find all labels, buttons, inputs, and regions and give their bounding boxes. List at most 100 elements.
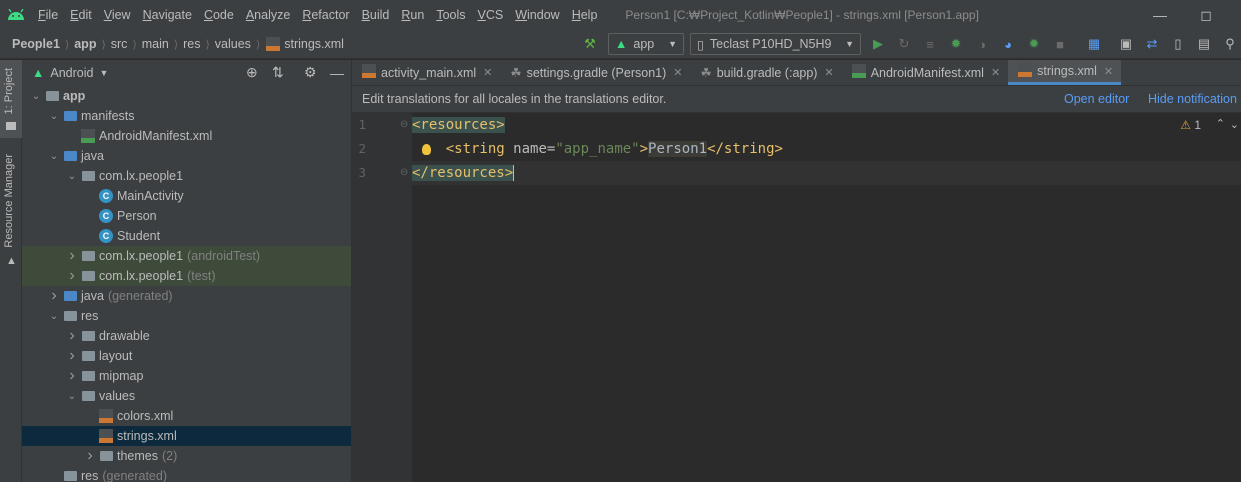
- search-icon[interactable]: ⚲: [1222, 36, 1238, 52]
- device-icon: ▯: [697, 37, 704, 52]
- tree-item[interactable]: colors.xml: [22, 406, 351, 426]
- chevron-down-icon[interactable]: ⌄: [46, 151, 62, 162]
- breadcrumb-item[interactable]: main: [142, 37, 169, 51]
- rerun-icon[interactable]: ↻: [896, 36, 912, 52]
- menu-tools[interactable]: Tools: [430, 8, 471, 22]
- minimize-button[interactable]: —: [1137, 0, 1183, 30]
- layout-inspector-icon[interactable]: ▣: [1118, 36, 1134, 52]
- tree-item[interactable]: › java (generated): [22, 286, 351, 306]
- project-tool-tab[interactable]: 1: Project: [3, 68, 15, 114]
- chevron-right-icon[interactable]: ›: [64, 367, 80, 385]
- tree-item[interactable]: › layout: [22, 346, 351, 366]
- tree-item[interactable]: ⌄ java: [22, 146, 351, 166]
- tree-item[interactable]: › drawable: [22, 326, 351, 346]
- menu-run[interactable]: Run: [395, 8, 430, 22]
- hammer-build-icon[interactable]: ⚒: [582, 36, 598, 52]
- tree-item[interactable]: C MainActivity: [22, 186, 351, 206]
- chevron-right-icon[interactable]: ›: [64, 267, 80, 285]
- editor-tab[interactable]: ☘ settings.gradle (Person1) ✕: [500, 60, 690, 85]
- tree-item[interactable]: ⌄ res: [22, 306, 351, 326]
- chevron-down-icon[interactable]: ⌄: [64, 391, 80, 402]
- coverage-icon[interactable]: ◑: [974, 36, 990, 52]
- hide-notification-link[interactable]: Hide notification: [1148, 92, 1237, 106]
- chevron-right-icon[interactable]: ›: [64, 247, 80, 265]
- menu-window[interactable]: Window: [509, 8, 565, 22]
- tree-item[interactable]: › mipmap: [22, 366, 351, 386]
- chevron-down-icon[interactable]: ⌄: [1230, 118, 1239, 131]
- sdk-manager-icon[interactable]: ▤: [1196, 36, 1212, 52]
- locate-icon[interactable]: ⊕: [246, 64, 258, 81]
- menu-build[interactable]: Build: [356, 8, 396, 22]
- editor-tab[interactable]: strings.xml ✕: [1008, 60, 1122, 85]
- menu-code[interactable]: Code: [198, 8, 240, 22]
- tree-item[interactable]: › com.lx.people1 (test): [22, 266, 351, 286]
- tree-item[interactable]: res (generated): [22, 466, 351, 482]
- tree-item[interactable]: strings.xml: [22, 426, 351, 446]
- editor-tab[interactable]: AndroidManifest.xml ✕: [842, 60, 1008, 85]
- close-icon[interactable]: ✕: [483, 66, 492, 79]
- menu-navigate[interactable]: Navigate: [137, 8, 198, 22]
- attach-debugger-icon[interactable]: ✹: [1026, 36, 1042, 52]
- chevron-down-icon[interactable]: ⌄: [64, 171, 80, 182]
- tree-item[interactable]: ⌄ values: [22, 386, 351, 406]
- fold-icon[interactable]: ⊖: [400, 119, 408, 130]
- menu-analyze[interactable]: Analyze: [240, 8, 296, 22]
- sync-gradle-icon[interactable]: ⇄: [1144, 36, 1160, 52]
- breadcrumb-item[interactable]: strings.xml: [284, 37, 344, 51]
- close-icon[interactable]: ✕: [991, 66, 1000, 79]
- device-select[interactable]: ▯ Teclast P10HD_N5H9 ▼: [690, 33, 861, 55]
- avd-manager-icon[interactable]: ▯: [1170, 36, 1186, 52]
- tree-item-label: res: [81, 309, 99, 323]
- tree-item[interactable]: › themes (2): [22, 446, 351, 466]
- apply-changes-icon[interactable]: ≡: [922, 36, 938, 52]
- breadcrumb-item[interactable]: res: [183, 37, 200, 51]
- editor-tab[interactable]: activity_main.xml ✕: [352, 60, 500, 85]
- project-view-select[interactable]: Android: [50, 66, 93, 80]
- run-icon[interactable]: ▶: [870, 36, 886, 52]
- code-editor[interactable]: <resources> <string name="app_name">Pers…: [412, 113, 1241, 482]
- close-icon[interactable]: ✕: [824, 66, 833, 79]
- tree-item[interactable]: C Student: [22, 226, 351, 246]
- menu-file[interactable]: File: [32, 8, 64, 22]
- close-icon[interactable]: ✕: [673, 66, 682, 79]
- tree-item[interactable]: AndroidManifest.xml: [22, 126, 351, 146]
- menu-help[interactable]: Help: [566, 8, 604, 22]
- collapse-all-icon[interactable]: ⇅: [272, 64, 284, 81]
- resource-manager-tab[interactable]: Resource Manager: [3, 154, 15, 248]
- stop-icon[interactable]: ■: [1052, 36, 1068, 52]
- run-config-select[interactable]: ▲ app ▼: [608, 33, 684, 55]
- chevron-down-icon[interactable]: ▼: [99, 68, 108, 78]
- tree-item[interactable]: C Person: [22, 206, 351, 226]
- menu-view[interactable]: View: [98, 8, 137, 22]
- close-icon[interactable]: ✕: [1104, 65, 1113, 78]
- chevron-down-icon[interactable]: ⌄: [28, 91, 44, 102]
- open-editor-link[interactable]: Open editor: [1064, 92, 1129, 106]
- breadcrumb-item[interactable]: People1: [12, 37, 60, 51]
- profile-icon[interactable]: ◕: [1000, 36, 1016, 52]
- chevron-down-icon[interactable]: ⌄: [46, 111, 62, 122]
- tree-item[interactable]: › com.lx.people1 (androidTest): [22, 246, 351, 266]
- tree-item[interactable]: ⌄ manifests: [22, 106, 351, 126]
- fold-icon[interactable]: ⊖: [400, 167, 408, 178]
- tree-item[interactable]: ⌄ com.lx.people1: [22, 166, 351, 186]
- hide-panel-icon[interactable]: —: [330, 65, 344, 81]
- breadcrumb-item[interactable]: app: [74, 37, 96, 51]
- maximize-button[interactable]: ◻: [1183, 0, 1229, 30]
- chevron-up-icon[interactable]: ⌃: [1216, 117, 1225, 130]
- menu-refactor[interactable]: Refactor: [296, 8, 355, 22]
- chevron-right-icon[interactable]: ›: [46, 287, 62, 305]
- tree-item[interactable]: ⌄ app: [22, 86, 351, 106]
- chevron-right-icon[interactable]: ›: [64, 347, 80, 365]
- menu-vcs[interactable]: VCS: [472, 8, 510, 22]
- menu-edit[interactable]: Edit: [64, 8, 98, 22]
- breadcrumb-item[interactable]: src: [111, 37, 128, 51]
- warnings-indicator[interactable]: ⚠ 1: [1180, 118, 1201, 132]
- gear-icon[interactable]: ⚙: [304, 64, 317, 81]
- chevron-right-icon[interactable]: ›: [82, 447, 98, 465]
- chevron-down-icon[interactable]: ⌄: [46, 311, 62, 322]
- debug-icon[interactable]: ✹: [948, 36, 964, 52]
- project-structure-icon[interactable]: ▦: [1086, 36, 1102, 52]
- editor-tab[interactable]: ☘ build.gradle (:app) ✕: [690, 60, 841, 85]
- chevron-right-icon[interactable]: ›: [64, 327, 80, 345]
- breadcrumb-item[interactable]: values: [215, 37, 251, 51]
